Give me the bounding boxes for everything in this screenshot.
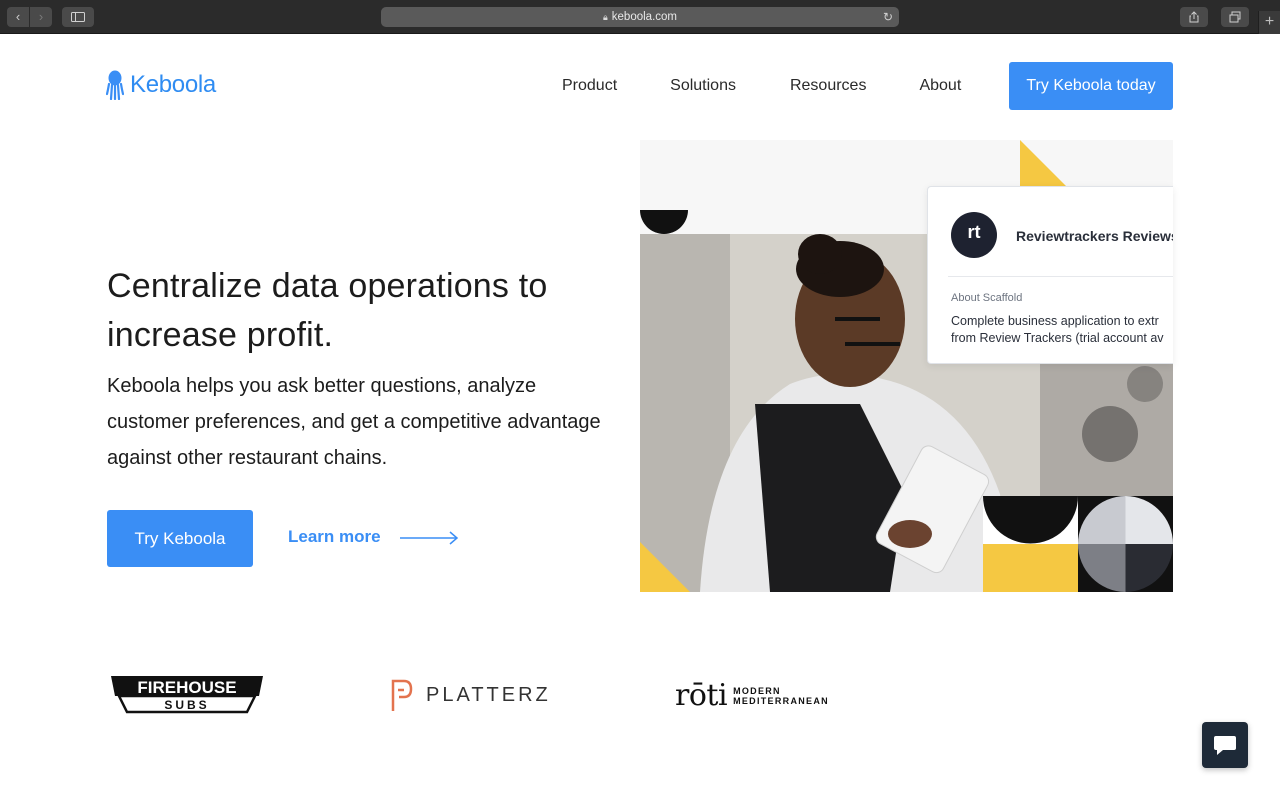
platterz-logo: PLATTERZ — [390, 678, 551, 712]
history-buttons: ‹ › — [7, 7, 52, 27]
share-icon — [1189, 11, 1199, 23]
reload-icon[interactable]: ↻ — [883, 7, 893, 27]
roti-tagline: MODERN MEDITERRANEAN — [733, 686, 829, 706]
main-navigation: Product Solutions Resources About — [562, 77, 1015, 95]
new-tab-button[interactable]: + — [1258, 11, 1280, 34]
chat-bubble-icon — [1214, 736, 1236, 755]
lock-icon: 🔒︎ — [602, 12, 608, 22]
back-button[interactable]: ‹ — [7, 7, 29, 27]
card-divider — [948, 276, 1173, 277]
browser-toolbar: ‹ › 🔒︎ keboola.com ↻ + — [0, 0, 1280, 34]
sidebar-icon — [71, 12, 85, 22]
card-description-line-2: from Review Trackers (trial account av — [951, 331, 1164, 345]
integration-card[interactable]: rt Reviewtrackers Reviews About Scaffold… — [927, 186, 1173, 364]
reviewtrackers-avatar: rt — [951, 212, 997, 258]
learn-more-link[interactable]: Learn more — [288, 527, 381, 547]
share-button[interactable] — [1180, 7, 1208, 27]
arrow-right-icon[interactable] — [400, 530, 460, 546]
try-keboola-button[interactable]: Try Keboola — [107, 510, 253, 567]
geometric-pattern-shape — [983, 496, 1173, 592]
nav-resources[interactable]: Resources — [790, 77, 866, 95]
card-description: Complete business application to extr fr… — [951, 313, 1173, 347]
yellow-corner-triangle-shape — [640, 542, 690, 592]
roti-tagline-line-1: MODERN — [733, 685, 781, 696]
firehouse-text: FIREHOUSE — [137, 678, 236, 697]
nav-about[interactable]: About — [919, 77, 961, 95]
subs-text: SUBS — [164, 698, 209, 712]
firehouse-subs-logo-icon: FIREHOUSE SUBS — [111, 676, 263, 714]
hero-subtitle: Keboola helps you ask better questions, … — [107, 375, 601, 469]
roti-wordmark: rōti — [675, 678, 728, 713]
roti-logo: rōti MODERN MEDITERRANEAN — [675, 678, 829, 713]
brand-logo[interactable]: Keboola — [106, 70, 216, 100]
platterz-mark-icon — [391, 679, 413, 711]
nav-solutions[interactable]: Solutions — [670, 77, 736, 95]
tab-overview-button[interactable] — [1221, 7, 1249, 27]
platterz-wordmark: PLATTERZ — [426, 683, 551, 706]
firehouse-subs-logo: FIREHOUSE SUBS — [107, 672, 267, 721]
yellow-triangle-shape — [1020, 140, 1068, 188]
hero-title: Centralize data operations to increase p… — [107, 267, 548, 354]
octopus-logo-icon — [106, 70, 124, 100]
nav-product[interactable]: Product — [562, 77, 617, 95]
url-text: keboola.com — [611, 11, 677, 23]
brand-name: Keboola — [130, 71, 216, 98]
roti-tagline-line-2: MEDITERRANEAN — [733, 695, 829, 706]
black-half-circle-shape — [640, 210, 688, 234]
try-keboola-today-button[interactable]: Try Keboola today — [1009, 62, 1173, 110]
card-title: Reviewtrackers Reviews — [1016, 228, 1173, 244]
card-description-line-1: Complete business application to extr — [951, 314, 1159, 328]
address-bar[interactable]: 🔒︎ keboola.com ↻ — [381, 7, 899, 27]
card-label: About Scaffold — [951, 292, 1023, 304]
forward-button[interactable]: › — [30, 7, 52, 27]
tabs-icon — [1229, 11, 1241, 23]
sidebar-toggle-button[interactable] — [62, 7, 94, 27]
chat-widget-button[interactable] — [1202, 722, 1248, 768]
